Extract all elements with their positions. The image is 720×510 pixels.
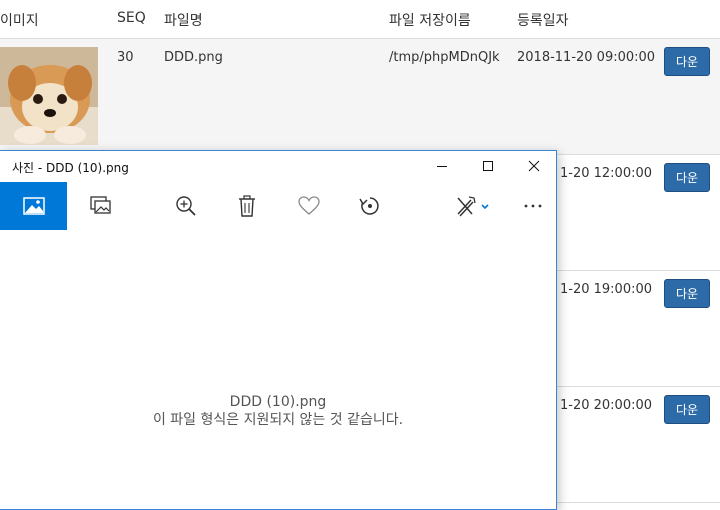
- minimize-button[interactable]: [419, 151, 465, 182]
- maximize-button[interactable]: [465, 151, 511, 182]
- photos-toolbar: [0, 182, 556, 230]
- download-button[interactable]: 다운: [664, 47, 710, 76]
- message-text: 이 파일 형식은 지원되지 않는 것 같습니다.: [152, 412, 404, 428]
- cell-date: 1-20 19:00:00: [560, 282, 653, 297]
- title-bar[interactable]: 사진 - DDD (10).png: [0, 151, 556, 182]
- download-button[interactable]: 다운: [664, 395, 710, 424]
- header-date: 등록일자: [517, 13, 569, 29]
- download-button[interactable]: 다운: [664, 163, 710, 192]
- edit-draw-button[interactable]: [447, 182, 499, 230]
- table-row: 30 DDD.png /tmp/phpMDnQJk 2018-11-20 09:…: [0, 39, 720, 155]
- cell-date: 2018-11-20 09:00:00: [517, 50, 656, 65]
- puppy-thumbnail: [0, 47, 98, 145]
- header-filename: 파일명: [164, 13, 203, 29]
- header-image: 이미지: [0, 13, 39, 29]
- rotate-button[interactable]: [346, 182, 394, 230]
- table-header: 이미지 SEQ 파일명 파일 저장이름 등록일자: [0, 0, 720, 39]
- message-filename: DDD (10).png: [229, 394, 327, 410]
- cell-saved-name: /tmp/phpMDnQJk: [389, 50, 500, 65]
- collection-button[interactable]: [77, 182, 125, 230]
- delete-button[interactable]: [223, 182, 271, 230]
- cell-filename: DDD.png: [164, 50, 223, 65]
- header-seq: SEQ: [117, 10, 146, 26]
- download-button[interactable]: 다운: [664, 279, 710, 308]
- unsupported-format-message: DDD (10).png 이 파일 형식은 지원되지 않는 것 같습니다.: [0, 393, 556, 429]
- more-button[interactable]: [509, 182, 556, 230]
- header-saved-name: 파일 저장이름: [389, 13, 471, 29]
- photos-app-window: 사진 - DDD (10).png DDD (10).png 이 파일 형식은 …: [0, 150, 557, 510]
- close-button[interactable]: [511, 151, 556, 182]
- image-view-button[interactable]: [0, 182, 67, 230]
- favorite-button[interactable]: [285, 182, 333, 230]
- window-title: 사진 - DDD (10).png: [12, 161, 129, 175]
- zoom-in-button[interactable]: [162, 182, 210, 230]
- cell-seq: 30: [117, 50, 134, 65]
- cell-date: 1-20 20:00:00: [560, 398, 653, 413]
- cell-date: 1-20 12:00:00: [560, 166, 653, 181]
